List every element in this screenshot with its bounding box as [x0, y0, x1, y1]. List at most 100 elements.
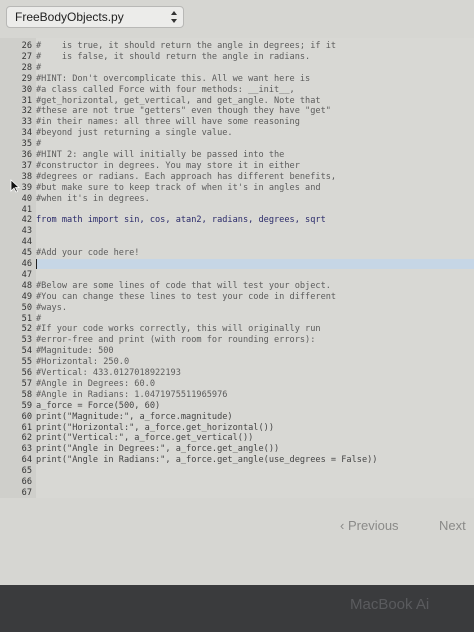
line-text: #If your code works correctly, this will…	[36, 324, 321, 335]
line-text: #You can change these lines to test your…	[36, 291, 337, 302]
code-line: 41	[0, 205, 474, 215]
chevron-left-icon: ‹	[340, 518, 345, 533]
line-text: print("Angle in Degrees:", a_force.get_a…	[36, 444, 280, 455]
code-line: 58 #Angle in Radians: 1.0471975511965976	[0, 390, 474, 400]
code-line: 67	[0, 488, 474, 498]
code-line: 64 print("Angle in Radians:", a_force.get…	[0, 455, 474, 465]
code-line: 50 #ways.	[0, 303, 474, 313]
line-number: 37	[21, 160, 32, 171]
line-text: print("Magnitude:", a_force.magnitude)	[36, 411, 233, 422]
previous-button[interactable]: ‹ Previous	[340, 518, 399, 533]
line-number: 44	[21, 237, 32, 248]
code-line: 33 #in their names: all three will have s…	[0, 117, 474, 127]
code-line: 26 # is true, it should return the angle …	[0, 41, 474, 51]
line-number: 41	[21, 204, 32, 215]
code-line: 35 #	[0, 139, 474, 149]
file-select[interactable]: FreeBodyObjects.py	[6, 6, 184, 28]
line-number: 30	[21, 84, 32, 95]
line-text: #in their names: all three will have som…	[36, 117, 300, 128]
line-text: #	[36, 139, 42, 150]
code-line: 47	[0, 270, 474, 280]
line-number: 51	[21, 313, 32, 324]
code-line: 46	[0, 259, 474, 269]
code-line: 62 print("Vertical:", a_force.get_vertica…	[0, 433, 474, 443]
line-number: 27	[21, 51, 32, 62]
line-text: #Magnitude: 500	[36, 346, 114, 357]
previous-label: Previous	[347, 518, 399, 533]
code-line: 34 #beyond just returning a single value.	[0, 128, 474, 138]
line-number: 54	[21, 346, 32, 357]
line-number: 33	[21, 117, 32, 128]
code-line: 38 #degrees or radians. Each approach has…	[0, 172, 474, 182]
code-line: 66	[0, 477, 474, 487]
line-number: 36	[21, 150, 32, 160]
line-text: #ways.	[36, 302, 68, 313]
line-number: 50	[21, 302, 32, 313]
line-text: #Add your code here!	[36, 248, 140, 259]
line-text: print("Angle in Radians:", a_force.get_a…	[36, 455, 378, 466]
line-text: #error-free and print (with room for rou…	[36, 335, 316, 346]
code-line: 43	[0, 226, 474, 236]
code-line: 31 #get_horizontal, get_vertical, and get…	[0, 96, 474, 106]
line-number: 32	[21, 106, 32, 117]
line-number: 58	[21, 389, 32, 400]
line-text: #get_horizontal, get_vertical, and get_a…	[36, 95, 321, 106]
code-line: 36 #HINT 2: angle will initially be passe…	[0, 150, 474, 160]
line-number: 45	[21, 248, 32, 259]
code-line: 40 #when it's in degrees.	[0, 194, 474, 204]
line-number: 35	[21, 139, 32, 150]
code-line: 52 #If your code works correctly, this wi…	[0, 324, 474, 334]
code-editor[interactable]: 26 # is true, it should return the angle …	[0, 38, 474, 498]
code-line: 51 #	[0, 314, 474, 324]
updown-arrows-icon	[169, 8, 179, 26]
code-line: 54 #Magnitude: 500	[0, 346, 474, 356]
line-number: 31	[21, 95, 32, 106]
code-line: 49 #You can change these lines to test yo…	[0, 292, 474, 302]
line-number: 29	[21, 73, 32, 84]
line-number: 48	[21, 280, 32, 291]
code-line: 29 #HINT: Don't overcomplicate this. All …	[0, 74, 474, 84]
code-line: 48 #Below are some lines of code that wil…	[0, 281, 474, 291]
device-brand-label: MacBook Ai	[350, 596, 430, 613]
code-line: 53 #error-free and print (with room for r…	[0, 335, 474, 345]
line-text: #but make sure to keep track of when it'…	[36, 182, 321, 193]
line-text: # is false, it should return the angle i…	[36, 51, 311, 62]
line-number: 61	[21, 422, 32, 433]
line-text: a_force = Force(500, 60)	[36, 400, 161, 411]
code-line: 60 print("Magnitude:", a_force.magnitude)	[0, 412, 474, 422]
line-text: #degrees or radians. Each approach has d…	[36, 171, 337, 182]
line-number: 57	[21, 378, 32, 389]
code-line: 65	[0, 466, 474, 476]
line-number: 47	[21, 269, 32, 280]
code-line: 55 #Horizontal: 250.0	[0, 357, 474, 367]
line-number: 66	[21, 477, 32, 487]
code-line: 39 #but make sure to keep track of when i…	[0, 183, 474, 193]
code-line: 45 #Add your code here!	[0, 248, 474, 258]
line-text: #a class called Force with four methods:…	[36, 84, 295, 95]
line-number: 52	[21, 324, 32, 335]
code-line: 44	[0, 237, 474, 247]
line-text: #Vertical: 433.0127018922193	[36, 368, 181, 378]
line-text: #these are not true "getters" even thoug…	[36, 106, 331, 117]
line-text: from math import sin, cos, atan2, radian…	[36, 215, 326, 226]
code-line: 57 #Angle in Degrees: 60.0	[0, 379, 474, 389]
code-line: 28 #	[0, 63, 474, 73]
line-number: 46	[21, 259, 32, 269]
line-number: 42	[21, 215, 32, 226]
next-button[interactable]: Next	[439, 518, 466, 533]
code-line: 42 from math import sin, cos, atan2, radi…	[0, 215, 474, 225]
line-text: #Horizontal: 250.0	[36, 357, 130, 368]
code-line: 61 print("Horizontal:", a_force.get_horiz…	[0, 423, 474, 433]
line-text: #Angle in Radians: 1.0471975511965976	[36, 389, 228, 400]
line-text: #when it's in degrees.	[36, 193, 150, 204]
line-number: 34	[21, 128, 32, 139]
line-text: print("Vertical:", a_force.get_vertical(…	[36, 433, 254, 444]
line-text: print("Horizontal:", a_force.get_horizon…	[36, 422, 274, 433]
line-text: #Angle in Degrees: 60.0	[36, 378, 155, 389]
line-number: 67	[21, 487, 32, 498]
code-line: 63 print("Angle in Degrees:", a_force.get…	[0, 444, 474, 454]
code-line: 59 a_force = Force(500, 60)	[0, 401, 474, 411]
line-number: 49	[21, 291, 32, 302]
line-text: #	[36, 62, 42, 73]
line-text: #HINT: Don't overcomplicate this. All we…	[36, 73, 311, 84]
